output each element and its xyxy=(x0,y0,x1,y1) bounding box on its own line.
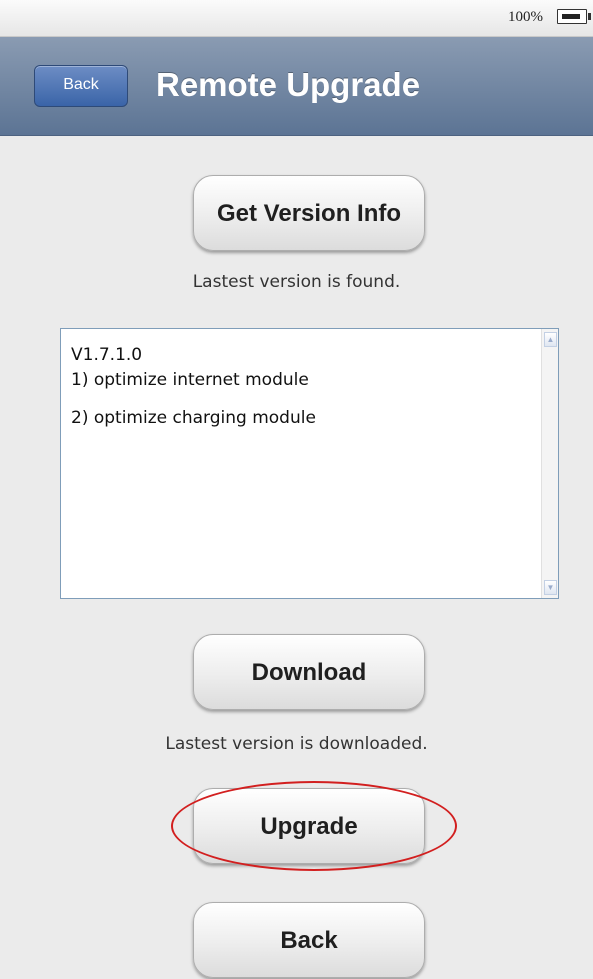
get-version-info-button[interactable]: Get Version Info xyxy=(193,175,425,251)
release-note-line-1: 1) optimize internet module xyxy=(71,370,309,390)
page-title: Remote Upgrade xyxy=(156,66,421,103)
scroll-up-arrow-icon[interactable]: ▲ xyxy=(544,332,557,347)
battery-percentage: 100% xyxy=(508,9,543,25)
release-version: V1.7.1.0 xyxy=(71,345,143,365)
nav-back-button[interactable]: Back xyxy=(34,65,128,107)
status-bar: 100% xyxy=(0,0,593,37)
battery-icon xyxy=(557,9,591,24)
upgrade-button[interactable]: Upgrade xyxy=(193,788,425,864)
notes-scrollbar[interactable]: ▲ ▼ xyxy=(541,329,558,598)
navigation-bar: Back Remote Upgrade xyxy=(0,37,593,136)
scroll-down-arrow-icon[interactable]: ▼ xyxy=(544,580,557,595)
release-notes-textarea[interactable]: V1.7.1.0 1) optimize internet module 2) … xyxy=(60,328,559,599)
release-note-line-2: 2) optimize charging module xyxy=(71,408,316,428)
version-status-text: Lastest version is found. xyxy=(192,272,401,292)
back-button[interactable]: Back xyxy=(193,902,425,978)
download-status-text: Lastest version is downloaded. xyxy=(165,734,428,754)
release-notes-content: V1.7.1.0 1) optimize internet module 2) … xyxy=(71,343,316,428)
download-button[interactable]: Download xyxy=(193,634,425,710)
